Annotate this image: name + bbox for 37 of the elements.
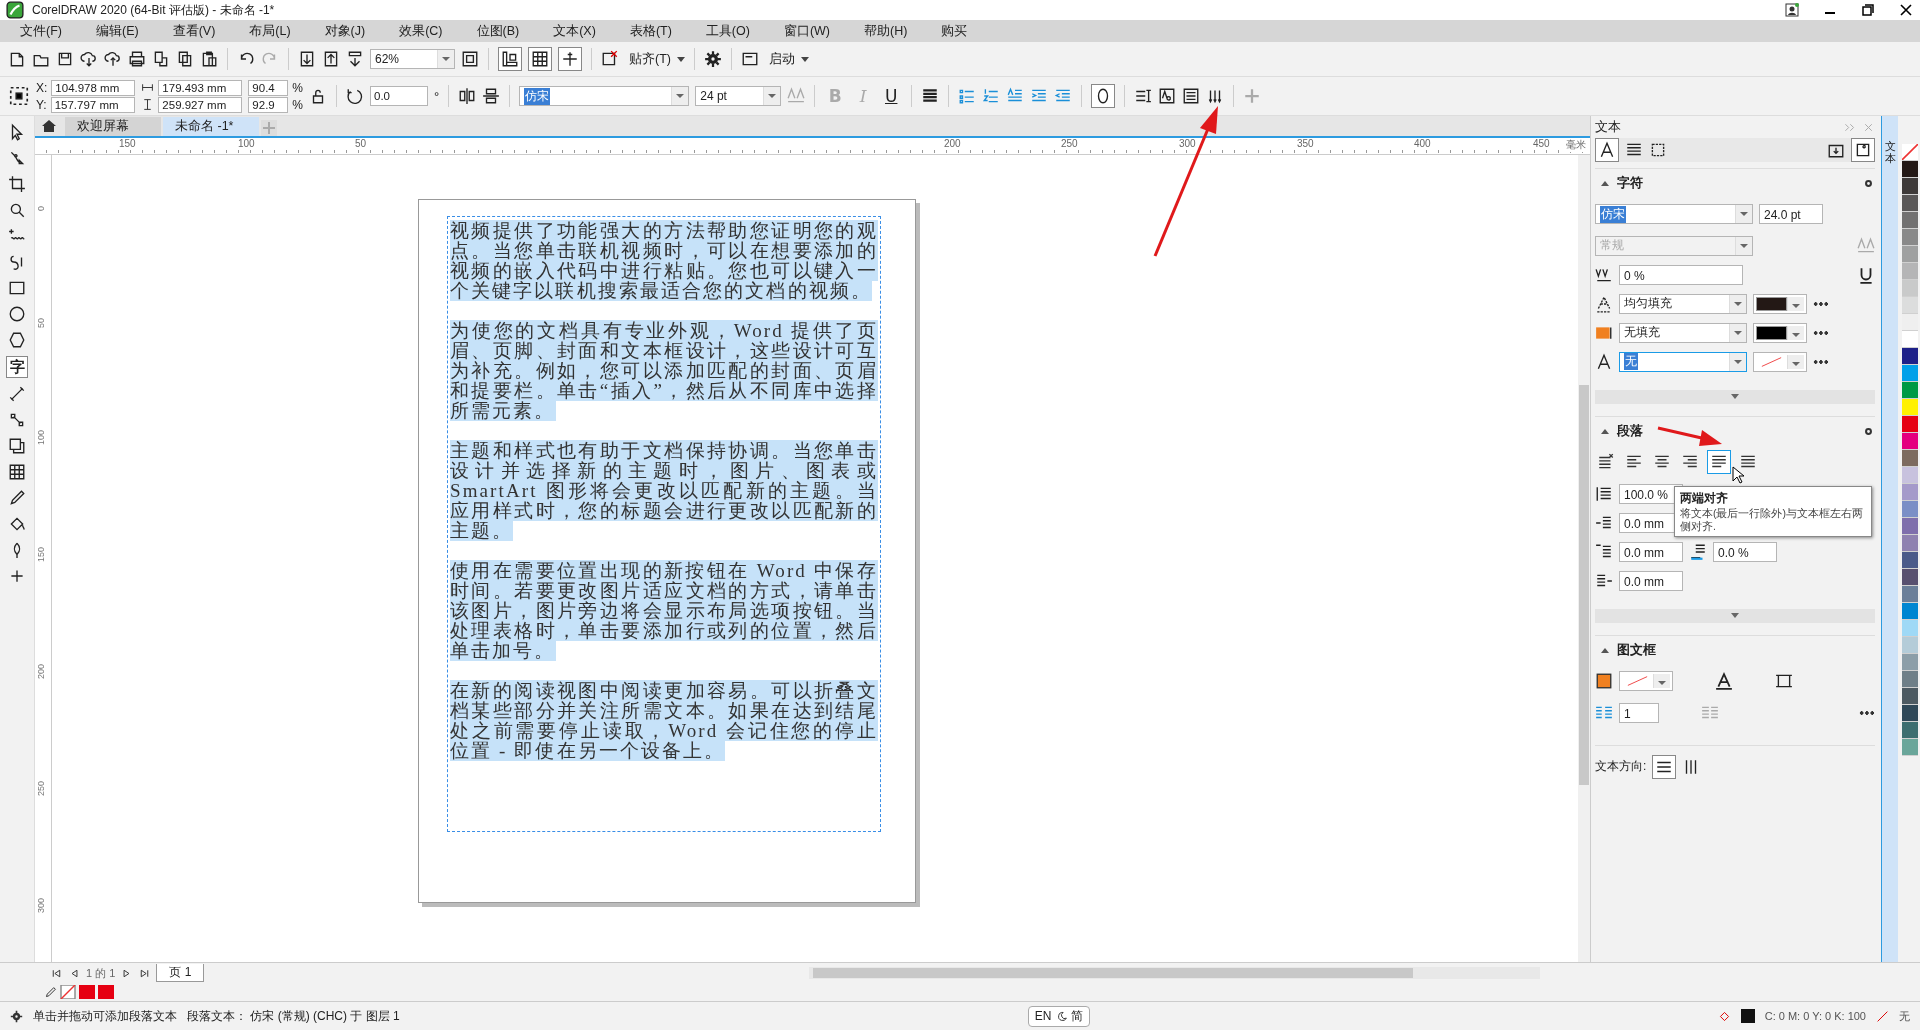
degree-label: ° [434,88,440,104]
ruler-label: 250 [36,780,46,796]
object-info: 段落文本： 仿宋 (常规) (CHC) 于 图层 1 [187,1007,400,1025]
ruler-label: 400 [1414,138,1431,149]
ruler-label: 450 [1533,138,1550,149]
fill-info: C: 0 M: 0 Y: 0 K: 100 [1764,1010,1866,1022]
paragraph-text: 视频提供了功能强大的方法帮助您证明您的观点。当您单击联机视频时，可以在想要添加的视频的嵌入代码中进行粘贴。您也可以键入一个关键字以联机搜索最适合您的文档的视频。 [450,221,878,301]
ruler-label: 250 [1061,138,1078,149]
docker-title: 文本 [1595,118,1621,136]
ruler-label: 50 [36,318,46,328]
window-title: CorelDRAW 2020 (64-Bit 评估版) - 未命名 -1* [32,1,275,19]
ruler-label: 毫米 [1566,138,1586,152]
x-label: X: [36,80,48,95]
ruler-label: 200 [36,663,46,679]
paragraph-text: 为使您的文档具有专业外观，Word 提供了页眉、页脚、封面和文本框设计，这些设计可互为补充。例如，您可以添加匹配的封面、页眉和提要栏。单击“插入”，然后从不同库中选择所需元素。 [450,321,878,421]
paragraph-text: 在新的阅读视图中阅读更加容易。可以折叠文档某些部分并关注所需文本。如果在达到结尾处之前需要停止读取，Word 会记住您的停止位置 - 即使在另一个设备上。 [450,681,878,761]
outline-info: 无 [1899,1008,1910,1024]
ruler-label: 0 [36,206,46,211]
ruler-label: 300 [1179,138,1196,149]
ruler-label: 50 [355,138,367,149]
tooltip-title: 两端对齐 [1680,490,1728,507]
percent-label: % [292,97,303,112]
text-direction-label: 文本方向: [1595,758,1647,775]
ruler-label: 150 [119,138,136,149]
tooltip-text: 将文本(最后一行除外)与文本框左右两侧对齐. [1680,507,1864,533]
paragraph-text: 使用在需要位置出现的新按钮在 Word 中保存时间。若要更改图片适应文档的方式，请单击该图片，图片旁边将会显示布局选项按钮。当处理表格时，单击要添加行或列的位置，然后单击加号。 [450,561,878,661]
paragraph-text: 主题和样式也有助于文档保持协调。当您单击设计并选择新的主题时，图片、图表或 SmartArt 图形将会更改以匹配新的主题。当应用样式时，您的标题会进行更改以匹配新的主题。 [450,441,878,541]
y-label: Y: [36,97,47,112]
percent-label: % [292,80,303,95]
ruler-label: 150 [36,546,46,562]
ruler-label: 100 [238,138,255,149]
page-count: 1 的 1 [86,965,116,981]
ruler-label: 200 [944,138,961,149]
ruler-label: 100 [36,429,46,445]
status-hint: 单击并拖动可添加段落文本 [33,1007,177,1025]
ruler-label: 300 [36,897,46,913]
ruler-label: 350 [1297,138,1314,149]
